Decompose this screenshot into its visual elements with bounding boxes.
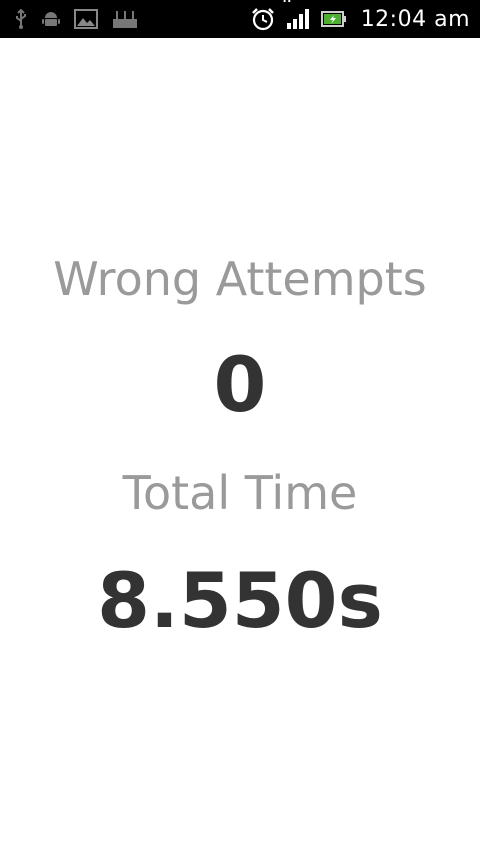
- status-left-icons: [14, 0, 138, 38]
- alarm-icon: [251, 7, 275, 31]
- status-bar: H 12:04 am: [0, 0, 480, 38]
- image-icon: [74, 9, 98, 29]
- wrong-attempts-label: Wrong Attempts: [53, 252, 427, 306]
- total-time-value: 8.550s: [97, 556, 383, 645]
- usb-icon: [14, 9, 28, 29]
- android-debug-icon: [42, 10, 60, 28]
- total-time-label: Total Time: [122, 466, 358, 520]
- signal-h-icon: H: [283, 0, 311, 30]
- wrong-attempts-value: 0: [213, 340, 267, 429]
- battery-charging-icon: [320, 10, 347, 28]
- results-screen: Wrong Attempts 0 Total Time 8.550s: [0, 38, 480, 854]
- status-clock: 12:04 am: [360, 6, 470, 32]
- wifi-hotspot-icon: [112, 9, 138, 29]
- status-right-icons: H 12:04 am: [251, 0, 470, 38]
- network-type-label: H: [283, 0, 291, 5]
